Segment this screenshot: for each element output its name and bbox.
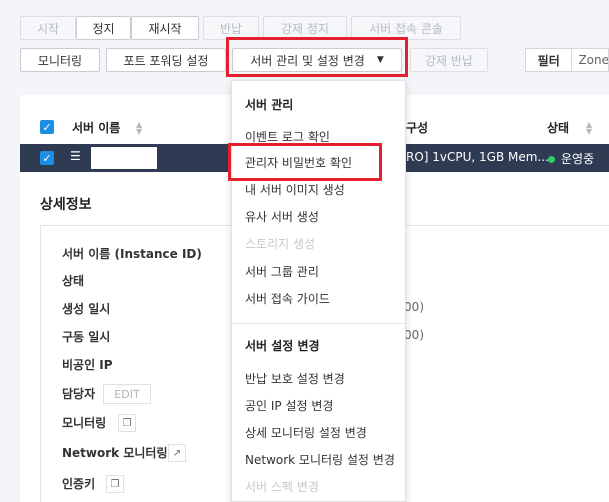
force-stop-button[interactable]: 강제 정지 [263, 16, 347, 40]
menu-item-server-spec[interactable]: 서버 스펙 변경 [245, 478, 319, 495]
server-name-redacted [91, 147, 157, 169]
select-all-checkbox[interactable]: ✓ [40, 120, 54, 134]
menu-item-public-ip[interactable]: 공인 IP 설정 변경 [245, 397, 333, 414]
stop-button[interactable]: 정지 [76, 16, 131, 40]
label-owner: 담당자 [62, 387, 96, 401]
filter-label: 필터 [526, 49, 573, 71]
menu-item-network-monitoring[interactable]: Network 모니터링 설정 변경 [245, 451, 395, 468]
details-title: 상세정보 [40, 197, 92, 213]
col-server-name[interactable]: 서버 이름 [72, 119, 120, 136]
copy-icon[interactable]: ❐ [106, 475, 124, 493]
server-manage-label: 서버 관리 및 설정 변경 [250, 53, 365, 68]
menu-item-create-storage[interactable]: 스토리지 생성 [245, 235, 315, 252]
label-server-name: 서버 이름 (Instance ID) [62, 247, 202, 261]
monitoring-button[interactable]: 모니터링 [20, 48, 100, 72]
menu-section-server-manage: 서버 관리 [245, 98, 294, 112]
menu-item-event-log[interactable]: 이벤트 로그 확인 [245, 128, 330, 145]
row-config: RO] 1vCPU, 1GB Mem... [406, 150, 549, 164]
menu-item-admin-password[interactable]: 관리자 비밀번호 확인 [245, 154, 352, 171]
server-icon: ☰ [70, 149, 81, 163]
label-status: 상태 [62, 274, 85, 288]
caret-down-icon: ▼ [376, 55, 384, 65]
row-checkbox[interactable]: ✓ [40, 151, 54, 165]
label-auth-key: 인증키 [62, 477, 96, 491]
edit-owner-button[interactable]: EDIT [103, 384, 151, 404]
port-forwarding-button[interactable]: 포트 포워딩 설정 [106, 48, 226, 72]
sort-icon[interactable]: ▲ ▼ [586, 121, 592, 136]
label-private-ip: 비공인 IP [62, 358, 113, 372]
label-started: 구동 일시 [62, 330, 111, 344]
sort-icon[interactable]: ▲ ▼ [136, 121, 142, 136]
server-manage-menu: 서버 관리 이벤트 로그 확인 관리자 비밀번호 확인 내 서버 이미지 생성 … [231, 80, 406, 502]
label-monitoring: 모니터링 [62, 416, 107, 430]
start-button[interactable]: 시작 [20, 16, 76, 40]
menu-item-access-guide[interactable]: 서버 접속 가이드 [245, 290, 330, 307]
return-button[interactable]: 반납 [203, 16, 259, 40]
external-link-icon[interactable]: ↗ [168, 444, 186, 462]
server-manage-dropdown[interactable]: 서버 관리 및 설정 변경 ▼ [232, 48, 402, 72]
label-created: 생성 일시 [62, 302, 111, 316]
menu-item-return-protection[interactable]: 반납 보호 설정 변경 [245, 370, 345, 387]
menu-section-server-settings: 서버 설정 변경 [245, 339, 320, 353]
menu-divider [232, 323, 405, 324]
menu-item-similar-server[interactable]: 유사 서버 생성 [245, 208, 319, 225]
status-running-icon [548, 156, 555, 163]
menu-item-detail-monitoring[interactable]: 상세 모니터링 설정 변경 [245, 424, 367, 441]
console-button[interactable]: 서버 접속 콘솔 [351, 16, 461, 40]
menu-item-create-image[interactable]: 내 서버 이미지 생성 [245, 181, 345, 198]
label-network-monitoring: Network 모니터링 [62, 446, 168, 460]
popup-icon[interactable]: ❐ [118, 414, 136, 432]
col-config[interactable]: 구성 [406, 119, 428, 136]
row-status: 운영중 [548, 150, 594, 167]
force-return-button[interactable]: 강제 반납 [410, 48, 488, 72]
filter-value: Zone [578, 53, 608, 67]
filter-control[interactable]: 필터 Zone [525, 48, 609, 72]
restart-button[interactable]: 재시작 [131, 16, 199, 40]
col-status[interactable]: 상태 [547, 119, 569, 136]
menu-item-server-group[interactable]: 서버 그룹 관리 [245, 263, 319, 280]
